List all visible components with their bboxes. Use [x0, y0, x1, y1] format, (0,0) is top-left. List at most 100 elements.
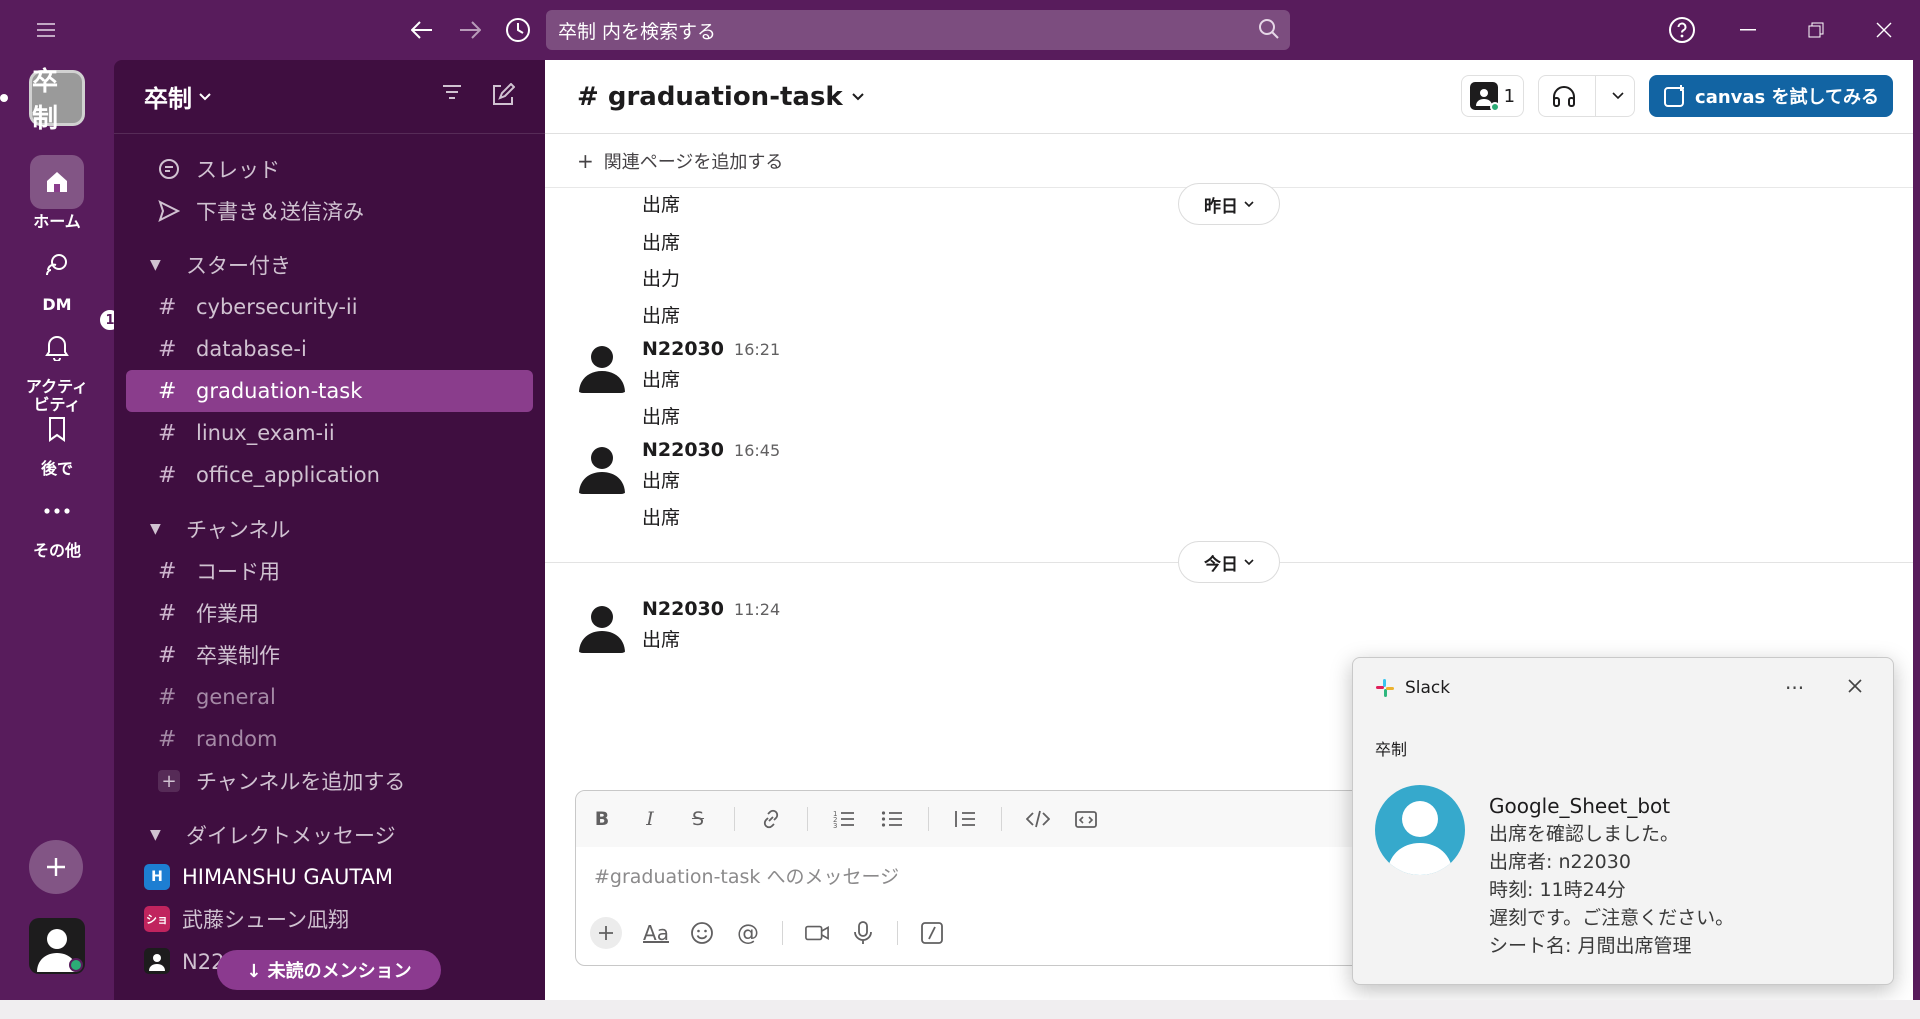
message-author[interactable]: N22030 11:24	[642, 598, 780, 620]
bot-avatar	[1375, 785, 1465, 875]
search-input[interactable]: 卒制 内を検索する	[546, 10, 1290, 50]
channel-name-button[interactable]: # graduation-task	[577, 82, 865, 112]
code-icon[interactable]	[1026, 807, 1050, 831]
message-timestamp[interactable]: 16:45	[734, 441, 780, 460]
channel-work[interactable]: # 作業用	[126, 592, 533, 634]
toast-app-name: Slack	[1405, 678, 1451, 698]
sidebar-item-threads[interactable]: スレッド	[126, 148, 533, 190]
minimize-icon[interactable]	[1730, 12, 1766, 48]
sidebar-item-drafts[interactable]: 下書き＆送信済み	[126, 190, 533, 232]
canvas-icon	[1664, 85, 1685, 107]
hash-icon: #	[158, 294, 177, 320]
channel-linux-exam-ii[interactable]: # linux_exam-ii	[126, 412, 533, 454]
message-author[interactable]: N22030 16:21	[642, 338, 780, 360]
text-format-icon[interactable]: Aa	[643, 921, 669, 945]
channel-code[interactable]: # コード用	[126, 550, 533, 592]
rail-item-home[interactable]: ホーム	[0, 155, 114, 231]
rail-item-activity[interactable]: 1 アクティビティ	[0, 308, 122, 414]
plus-icon: +	[158, 770, 196, 792]
caret-down-icon: ▼	[150, 521, 161, 537]
channel-graduation-task[interactable]: # graduation-task	[126, 370, 533, 412]
active-workspace-indicator	[0, 94, 8, 102]
channel-cybersecurity-ii[interactable]: # cybersecurity-ii	[126, 286, 533, 328]
add-bookmark-button[interactable]: + 関連ページを追加する	[545, 134, 1913, 188]
workspace-name: 卒制	[144, 85, 192, 113]
back-arrow-icon[interactable]	[404, 12, 440, 48]
add-workspace-button[interactable]	[29, 840, 83, 894]
mention-icon[interactable]: @	[736, 921, 760, 946]
ordered-list-icon[interactable]: 123	[832, 807, 856, 831]
caret-down-icon: ▼	[150, 827, 161, 843]
send-icon	[158, 200, 196, 222]
message-avatar[interactable]	[575, 440, 629, 494]
bell-icon: 1	[30, 308, 122, 374]
more-options-icon[interactable]: ···	[1785, 676, 1804, 700]
workspace-rail: 卒制 ホーム DM 1 アクティビティ 後で その他	[0, 60, 122, 1019]
day-divider-yesterday[interactable]: 昨日	[1178, 183, 1280, 225]
taskbar-strip	[0, 1000, 1920, 1019]
dm-label: 武藤シューン凪翔	[182, 908, 349, 932]
try-canvas-button[interactable]: canvas を試してみる	[1649, 75, 1893, 117]
help-icon[interactable]	[1664, 12, 1700, 48]
filter-icon[interactable]	[441, 83, 463, 111]
workspace-menu-button[interactable]: 卒制	[144, 79, 212, 114]
bold-icon[interactable]: B	[590, 807, 614, 831]
bullet-list-icon[interactable]	[880, 807, 904, 831]
user-avatar[interactable]	[29, 918, 85, 974]
section-title: スター付き	[186, 254, 291, 278]
history-icon[interactable]	[500, 12, 536, 48]
message-timestamp[interactable]: 11:24	[734, 600, 780, 619]
close-icon[interactable]	[1847, 678, 1863, 698]
message-author[interactable]: N22030 16:45	[642, 439, 780, 461]
menu-icon[interactable]	[28, 12, 64, 48]
day-label: 昨日	[1204, 196, 1238, 217]
channel-label: random	[196, 727, 278, 751]
slash-command-icon[interactable]	[920, 921, 944, 945]
channel-database-i[interactable]: # database-i	[126, 328, 533, 370]
message-text: 出席	[642, 507, 681, 529]
video-icon[interactable]	[805, 921, 829, 945]
toast-body: Google_Sheet_bot 出席を確認しました。 出席者: n22030 …	[1489, 792, 1734, 960]
more-icon	[30, 484, 84, 538]
huddle-button[interactable]	[1538, 75, 1636, 117]
channel-general[interactable]: # general	[126, 676, 533, 718]
section-starred[interactable]: ▼ スター付き	[114, 244, 545, 286]
plus-icon	[47, 858, 65, 876]
chevron-down-icon[interactable]	[1602, 92, 1634, 100]
rail-item-dm[interactable]: DM	[0, 238, 114, 314]
forward-arrow-icon[interactable]	[452, 12, 488, 48]
dm-muto[interactable]: ショ 武藤シューン凪翔	[126, 898, 533, 940]
message-timestamp[interactable]: 16:21	[734, 340, 780, 359]
link-icon[interactable]	[759, 807, 783, 831]
microphone-icon[interactable]	[851, 921, 875, 945]
chevron-down-icon	[1244, 558, 1254, 565]
rail-item-later[interactable]: 後で	[0, 402, 114, 478]
day-divider-today[interactable]: 今日	[1178, 541, 1280, 583]
search-icon	[1258, 18, 1280, 45]
message-text: 出席	[642, 194, 681, 216]
section-direct-messages[interactable]: ▼ ダイレクトメッセージ	[114, 814, 545, 856]
italic-icon[interactable]: I	[638, 807, 662, 831]
section-channels[interactable]: ▼ チャンネル	[114, 508, 545, 550]
add-channel-button[interactable]: + チャンネルを追加する	[126, 760, 533, 802]
channel-random[interactable]: # random	[126, 718, 533, 760]
emoji-icon[interactable]	[690, 921, 714, 945]
rail-item-more[interactable]: その他	[0, 484, 114, 560]
strikethrough-icon[interactable]: S	[686, 807, 710, 831]
restore-icon[interactable]	[1798, 12, 1834, 48]
channel-office-application[interactable]: # office_application	[126, 454, 533, 496]
code-block-icon[interactable]	[1074, 807, 1098, 831]
attach-plus-button[interactable]	[590, 917, 622, 949]
close-window-icon[interactable]	[1866, 12, 1902, 48]
message-avatar[interactable]	[575, 339, 629, 393]
dm-himanshu[interactable]: H HIMANSHU GAUTAM	[126, 856, 533, 898]
channel-graduation-production[interactable]: # 卒業制作	[126, 634, 533, 676]
members-button[interactable]: 1	[1460, 75, 1525, 117]
notification-toast[interactable]: Slack ··· 卒制 Google_Sheet_bot 出席を確認しました。…	[1352, 657, 1894, 985]
message-avatar[interactable]	[575, 599, 629, 653]
message-text: 出席	[642, 629, 681, 651]
compose-icon[interactable]	[491, 82, 516, 111]
blockquote-icon[interactable]	[953, 807, 977, 831]
unread-mentions-button[interactable]: ↓ 未読のメンション	[217, 950, 441, 990]
workspace-logo[interactable]: 卒制	[29, 67, 85, 134]
